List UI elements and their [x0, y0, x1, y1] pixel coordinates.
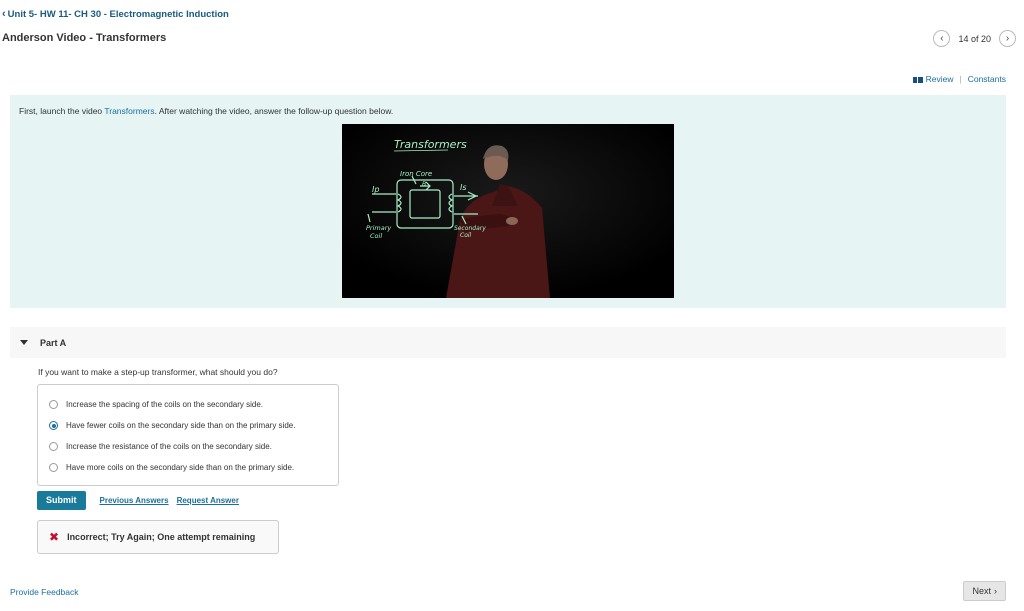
video-player[interactable]: Transformers Iron Core Ip Is B Primary C…: [342, 124, 674, 298]
radio-option-4[interactable]: [49, 463, 58, 472]
previous-answers-link[interactable]: Previous Answers: [100, 496, 169, 505]
breadcrumb-label: Unit 5- HW 11- CH 30 - Electromagnetic I…: [7, 9, 229, 20]
breadcrumb-back-link[interactable]: ‹ Unit 5- HW 11- CH 30 - Electromagnetic…: [2, 8, 229, 21]
book-icon: [912, 76, 923, 83]
transformers-video-link[interactable]: Transformers: [104, 106, 154, 116]
review-label: Review: [925, 74, 954, 84]
option-3[interactable]: Increase the resistance of the coils on …: [38, 436, 338, 457]
primary-label-line1: Primary: [366, 224, 391, 232]
chevron-left-icon: ‹: [2, 8, 6, 20]
top-links: Review | Constants: [912, 74, 1006, 84]
question-text: If you want to make a step-up transforme…: [38, 367, 278, 377]
option-1[interactable]: Increase the spacing of the coils on the…: [38, 394, 338, 415]
radio-option-3[interactable]: [49, 442, 58, 451]
iron-core-label: Iron Core: [400, 170, 432, 178]
answer-options: Increase the spacing of the coils on the…: [37, 384, 339, 486]
intro-prefix: First, launch the video: [19, 106, 105, 116]
next-button[interactable]: Next ›: [963, 581, 1006, 601]
option-label: Increase the spacing of the coils on the…: [66, 400, 264, 409]
ip-label: Ip: [372, 185, 379, 194]
board-title: Transformers: [394, 138, 467, 151]
intro-panel: First, launch the video Transformers. Af…: [10, 95, 1006, 308]
intro-suffix: . After watching the video, answer the f…: [154, 106, 394, 116]
review-link[interactable]: Review: [912, 74, 954, 84]
video-frame: Transformers Iron Core Ip Is B Primary C…: [342, 124, 674, 298]
intro-text: First, launch the video Transformers. Af…: [19, 106, 393, 116]
caret-down-icon: [20, 340, 28, 345]
error-x-icon: ✖: [49, 530, 60, 544]
next-item-button[interactable]: ›: [999, 30, 1016, 47]
feedback-message: Incorrect; Try Again; One attempt remain…: [67, 532, 256, 542]
chevron-right-icon: ›: [994, 586, 997, 596]
request-answer-link[interactable]: Request Answer: [177, 496, 239, 505]
b-label: B: [422, 181, 426, 188]
option-label: Increase the resistance of the coils on …: [66, 442, 272, 451]
provide-feedback-link[interactable]: Provide Feedback: [10, 587, 79, 597]
secondary-label-line1: Secondary: [454, 225, 486, 232]
page-title: Anderson Video - Transformers: [2, 32, 167, 44]
pager: ‹ 14 of 20 ›: [933, 30, 1016, 47]
radio-option-1[interactable]: [49, 400, 58, 409]
item-position: 14 of 20: [958, 33, 991, 44]
next-label: Next: [972, 586, 991, 596]
option-4[interactable]: Have more coils on the secondary side th…: [38, 457, 338, 478]
submit-button[interactable]: Submit: [37, 491, 86, 510]
secondary-label-line2: Coil: [460, 232, 472, 239]
feedback-message-box: ✖ Incorrect; Try Again; One attempt rema…: [37, 520, 279, 554]
previous-item-button[interactable]: ‹: [933, 30, 951, 47]
option-label: Have fewer coils on the secondary side t…: [66, 421, 296, 430]
constants-link[interactable]: Constants: [968, 74, 1006, 84]
radio-option-2[interactable]: [49, 421, 58, 430]
link-separator: |: [959, 74, 962, 84]
part-a-toggle[interactable]: Part A: [10, 327, 1006, 358]
option-2[interactable]: Have fewer coils on the secondary side t…: [38, 415, 338, 436]
primary-label-line2: Coil: [370, 232, 382, 240]
part-label: Part A: [40, 337, 67, 348]
answer-actions: Submit Previous Answers Request Answer: [37, 491, 239, 510]
is-label: Is: [460, 183, 467, 192]
option-label: Have more coils on the secondary side th…: [66, 463, 295, 472]
